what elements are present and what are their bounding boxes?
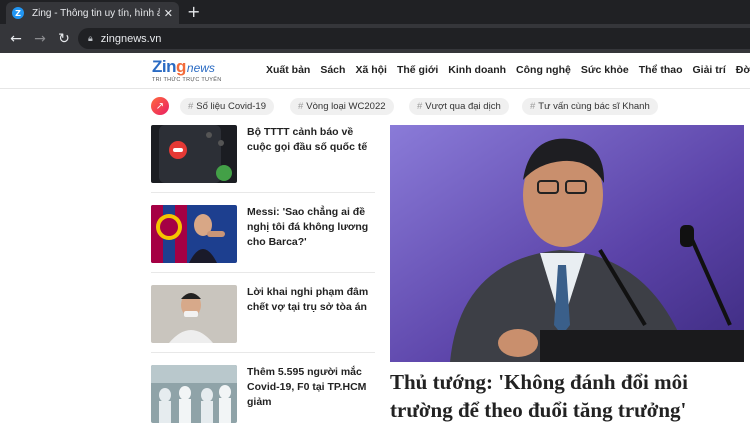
menu-item-xa-hoi[interactable]: Xã hội [355,64,387,76]
trending-chip[interactable]: # Vòng loại WC2022 [290,98,394,115]
reload-icon[interactable]: ↻ [52,31,76,47]
article-title[interactable]: Bộ TTTT cảnh báo về cuộc gọi đầu số quốc… [247,125,375,155]
trending-chip[interactable]: # Số liệu Covid-19 [180,98,275,115]
article-title[interactable]: Messi: 'Sao chẳng ai đề nghị tôi đá khôn… [247,205,375,250]
menu-item-cong-nghe[interactable]: Công nghệ [516,64,571,76]
close-tab-icon[interactable]: ✕ [164,7,173,20]
list-item[interactable]: Thêm 5.595 người mắc Covid-19, F0 tại TP… [151,365,375,423]
logo-suffix: news [186,61,215,75]
divider [151,192,375,193]
list-item[interactable]: Bộ TTTT cảnh báo về cuộc gọi đầu số quốc… [151,125,375,183]
zing-favicon-icon: Z [12,7,24,19]
site-header: Zingnews TRI THỨC TRỰC TUYẾN Xuất bản Sá… [0,53,750,89]
trending-chip[interactable]: # Vượt qua đại dịch [409,98,509,115]
hash-icon: # [417,101,423,112]
address-bar[interactable]: 🔒︎ zingnews.vn [78,28,750,49]
main-menu: Xuất bản Sách Xã hội Thế giới Kinh doanh… [266,64,750,76]
menu-item-the-thao[interactable]: Thể thao [639,64,683,76]
feature-image[interactable] [390,125,744,362]
browser-tab-bar: Z Zing - Thông tin uy tín, hình ảnh ✕ + [0,0,750,24]
logo-text: Zing [152,57,186,76]
menu-item-the-gioi[interactable]: Thế giới [397,64,438,76]
feature-title[interactable]: Thủ tướng: 'Không đánh đổi môi trường để… [390,368,750,424]
lock-icon: 🔒︎ [88,33,93,44]
divider [151,272,375,273]
back-arrow-icon[interactable]: ← [4,31,28,47]
menu-item-giai-tri[interactable]: Giải trí [692,64,725,76]
hash-icon: # [298,101,304,112]
trending-chip-label: Vòng loại WC2022 [306,101,386,112]
menu-item-sach[interactable]: Sách [320,64,345,76]
hash-icon: # [530,101,536,112]
browser-toolbar: ← → ↻ 🔒︎ zingnews.vn [0,24,750,53]
menu-item-xuat-ban[interactable]: Xuất bản [266,64,310,76]
browser-tab[interactable]: Z Zing - Thông tin uy tín, hình ảnh ✕ [6,2,179,24]
trending-chip-label: Tư vấn cùng bác sĩ Khanh [538,101,650,112]
tab-title: Zing - Thông tin uy tín, hình ảnh [31,7,160,19]
article-thumbnail-medical[interactable] [151,365,237,423]
new-tab-icon[interactable]: + [187,2,200,22]
trending-chip-label: Vượt qua đại dịch [425,101,501,112]
list-item[interactable]: Messi: 'Sao chẳng ai đề nghị tôi đá khôn… [151,205,375,263]
hash-icon: # [188,101,194,112]
trending-icon: ↗ [151,97,169,115]
url-text: zingnews.vn [100,32,162,45]
article-thumbnail-suspect[interactable] [151,285,237,343]
menu-item-kinh-doanh[interactable]: Kinh doanh [448,64,506,76]
article-thumbnail-phone[interactable] [151,125,237,183]
trending-chip[interactable]: # Tư vấn cùng bác sĩ Khanh [522,98,658,115]
article-title[interactable]: Lời khai nghi phạm đâm chết vợ tại trụ s… [247,285,375,315]
menu-item-doi-song[interactable]: Đời [736,64,750,76]
forward-arrow-icon[interactable]: → [28,31,52,47]
menu-item-suc-khoe[interactable]: Sức khỏe [581,64,629,76]
site-tagline: TRI THỨC TRỰC TUYẾN [152,77,222,83]
article-thumbnail-messi[interactable] [151,205,237,263]
logo-text-accent: g [176,57,186,76]
article-title[interactable]: Thêm 5.595 người mắc Covid-19, F0 tại TP… [247,365,375,410]
trending-chip-label: Số liệu Covid-19 [196,101,267,112]
divider [151,352,375,353]
list-item[interactable]: Lời khai nghi phạm đâm chết vợ tại trụ s… [151,285,375,343]
site-logo[interactable]: Zingnews [152,57,215,77]
